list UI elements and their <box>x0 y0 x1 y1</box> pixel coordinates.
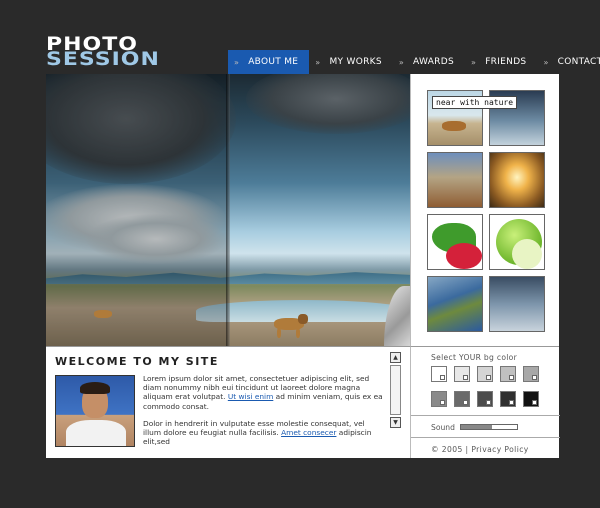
swatch-corner-icon <box>463 375 468 380</box>
welcome-paragraph-1: Lorem ipsum dolor sit amet, consectetuer… <box>143 374 385 411</box>
thumbnail-gallery: near with nature <box>410 74 559 346</box>
welcome-section: WELCOME TO MY SITE Lorem ipsum dolor sit… <box>46 346 410 458</box>
sound-label: Sound <box>431 423 455 432</box>
nav-item-about-me[interactable]: » ABOUT ME <box>228 50 310 74</box>
bg-swatch-6[interactable] <box>431 391 447 407</box>
bg-swatch-4[interactable] <box>500 366 516 382</box>
thumb-tooltip: near with nature <box>432 96 518 109</box>
swatch-corner-icon <box>440 375 445 380</box>
welcome-paragraph-2: Dolor in hendrerit in vulputate esse mol… <box>143 419 385 447</box>
p2-link[interactable]: Amet consecer <box>281 428 336 437</box>
bg-swatch-8[interactable] <box>477 391 493 407</box>
nav-item-friends[interactable]: » FRIENDS <box>465 50 537 74</box>
nav-bullet-icon: » <box>470 57 477 67</box>
bg-color-label: Select YOUR bg color <box>431 353 518 362</box>
bg-swatch-10[interactable] <box>523 391 539 407</box>
text-scrollbar[interactable]: ▲ ▼ <box>390 352 401 454</box>
swatch-corner-icon <box>486 400 491 405</box>
thumb-strawberry[interactable] <box>427 214 483 270</box>
swatch-corner-icon <box>486 375 491 380</box>
profile-photo <box>55 375 135 447</box>
nav-item-contacts[interactable]: » CONTACTS <box>537 50 600 74</box>
copyright-text: © 2005 | Privacy Policy <box>431 445 529 454</box>
bg-swatch-9[interactable] <box>500 391 516 407</box>
thumb-coast[interactable] <box>427 276 483 332</box>
page-fold <box>226 74 230 346</box>
scroll-track[interactable] <box>390 365 401 415</box>
nav-bullet-icon: » <box>234 57 240 67</box>
swatch-corner-icon <box>509 375 514 380</box>
footer: © 2005 | Privacy Policy <box>411 437 560 459</box>
settings-panel: Select YOUR bg color Sound © 2005 | Priv… <box>410 346 560 459</box>
nav-bullet-icon: » <box>543 57 549 67</box>
welcome-title: WELCOME TO MY SITE <box>55 355 219 368</box>
bg-swatch-7[interactable] <box>454 391 470 407</box>
swatch-corner-icon <box>509 400 514 405</box>
bg-swatch-2[interactable] <box>454 366 470 382</box>
site-logo[interactable]: PHOTO SESSION <box>46 35 160 70</box>
main-photo <box>46 74 410 346</box>
main-nav: » ABOUT ME » MY WORKS » AWARDS » FRIENDS » CONTAC… <box>228 50 600 74</box>
nav-label: CONTACTS <box>557 57 600 67</box>
nav-item-my-works[interactable]: » MY WORKS <box>309 50 393 74</box>
nav-label: FRIENDS <box>485 57 527 67</box>
p1-link[interactable]: Ut wisi enim <box>228 392 274 401</box>
scroll-down-button[interactable]: ▼ <box>390 417 401 428</box>
swatch-corner-icon <box>532 375 537 380</box>
welcome-text: Lorem ipsum dolor sit amet, consectetuer… <box>143 374 385 454</box>
bg-swatch-3[interactable] <box>477 366 493 382</box>
thumb-clouds[interactable] <box>489 276 545 332</box>
bg-swatch-5[interactable] <box>523 366 539 382</box>
scroll-up-button[interactable]: ▲ <box>390 352 401 363</box>
swatch-corner-icon <box>532 400 537 405</box>
nav-bullet-icon: » <box>398 57 405 67</box>
main-panel: near with nature WELCOME TO MY SITE Lore… <box>46 74 560 459</box>
nav-label: MY WORKS <box>329 57 382 67</box>
page-frame: PHOTO SESSION » ABOUT ME» MY WORKS» AWARDS»… <box>0 0 600 508</box>
thumb-canyon[interactable] <box>427 152 483 208</box>
nav-item-awards[interactable]: » AWARDS <box>393 50 465 74</box>
bg-swatch-1[interactable] <box>431 366 447 382</box>
sound-control: Sound <box>411 415 560 437</box>
nav-bullet-icon: » <box>315 57 321 67</box>
nav-label: AWARDS <box>413 57 454 67</box>
thumb-sunset[interactable] <box>489 152 545 208</box>
sound-slider[interactable] <box>460 424 518 430</box>
swatch-corner-icon <box>440 400 445 405</box>
swatch-corner-icon <box>463 400 468 405</box>
logo-line-2: SESSION <box>46 48 160 70</box>
nav-label: ABOUT ME <box>248 57 299 67</box>
thumb-apple[interactable] <box>489 214 545 270</box>
